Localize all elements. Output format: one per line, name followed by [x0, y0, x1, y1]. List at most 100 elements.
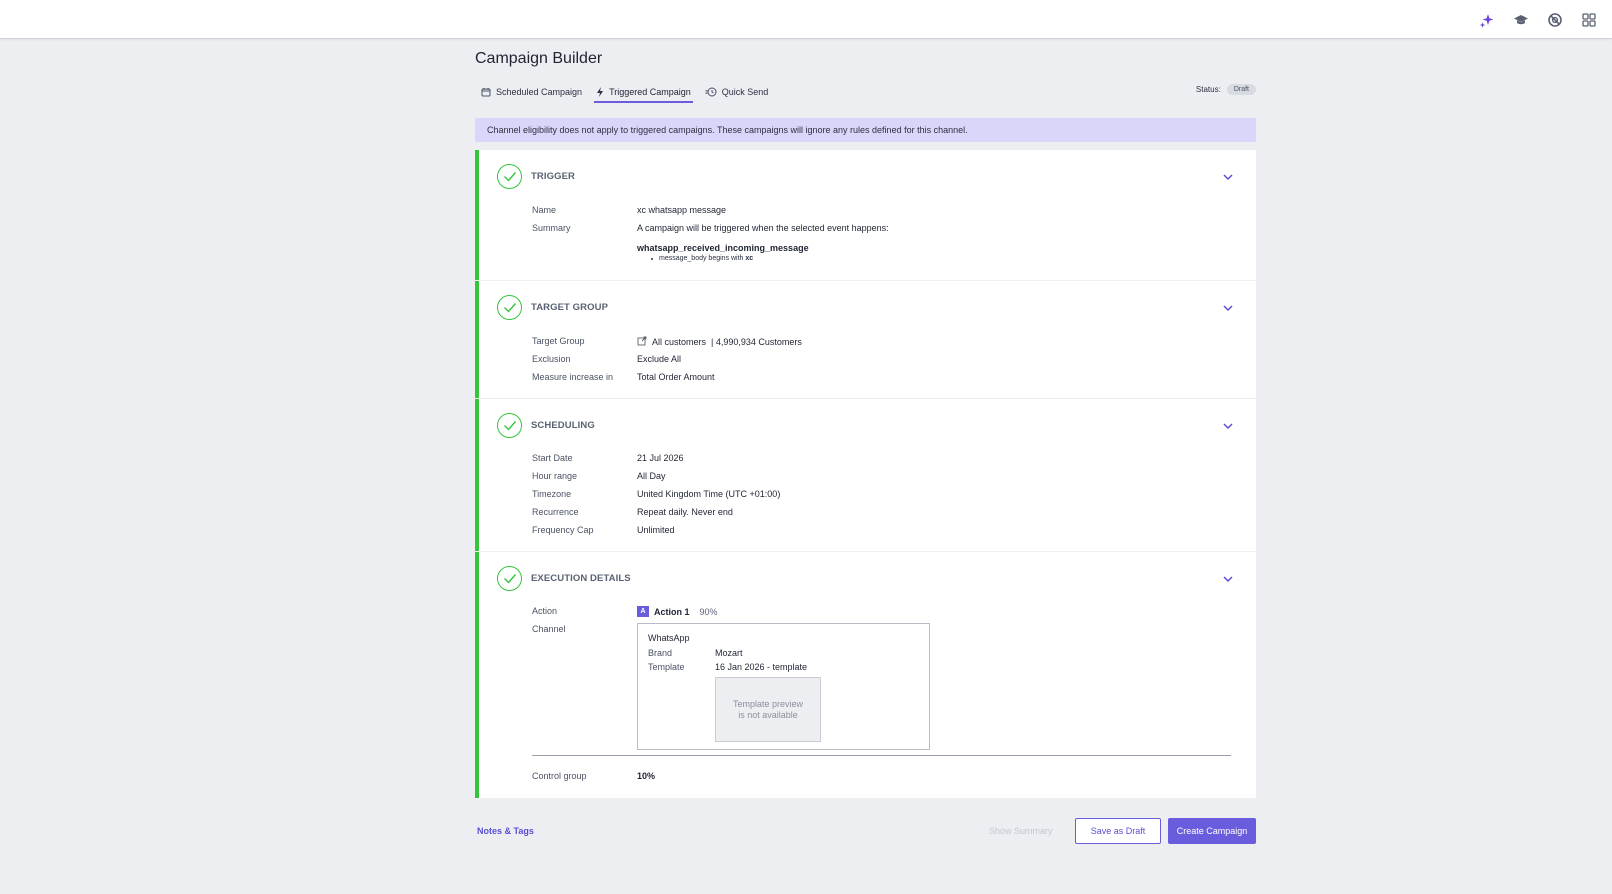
- status-badge: Draft: [1226, 84, 1256, 95]
- scheduling-header[interactable]: SCHEDULING: [497, 412, 595, 438]
- template-value: 16 Jan 2026 - template: [715, 662, 808, 672]
- field-label: Name: [532, 205, 557, 215]
- chevron-down-icon[interactable]: [1222, 301, 1234, 313]
- action-name: Action 1: [654, 606, 690, 617]
- status-label: Status:: [1195, 85, 1221, 94]
- bullet: [651, 257, 653, 260]
- execution-details-section: EXECUTION DETAILS Action A Action 1 90% …: [475, 552, 1256, 798]
- hour-range-row: Hour range All Day: [532, 471, 666, 481]
- field-label: Frequency Cap: [532, 525, 594, 535]
- frequency-cap-row: Frequency Cap Unlimited: [532, 525, 675, 535]
- action-percentage: 90%: [699, 606, 718, 617]
- measure-row: Measure increase in Total Order Amount: [532, 372, 715, 382]
- condition-value: xc: [745, 255, 754, 262]
- field-label: Recurrence: [532, 507, 579, 517]
- check-circle-icon: [497, 412, 522, 438]
- trigger-condition: message_body begins with xc: [651, 255, 753, 262]
- campaign-type-tabs: Scheduled Campaign Triggered Campaign Qu…: [479, 83, 771, 103]
- preview-text-line: Template preview: [732, 698, 804, 709]
- target-group-header[interactable]: TARGET GROUP: [497, 294, 608, 320]
- section-title: SCHEDULING: [531, 419, 595, 431]
- hour-range-value: All Day: [637, 471, 666, 481]
- target-group-name: All customers: [652, 337, 707, 347]
- channel-name: WhatsApp: [648, 633, 690, 643]
- info-banner: Channel eligibility does not apply to tr…: [475, 118, 1256, 142]
- template-preview-placeholder: Template preview is not available: [715, 677, 821, 742]
- trigger-header[interactable]: TRIGGER: [497, 163, 575, 189]
- timezone-value: United Kingdom Time (UTC +01:00): [637, 489, 781, 499]
- divider: [532, 755, 1231, 756]
- scheduling-section: SCHEDULING Start Date 21 Jul 2026 Hour r…: [475, 399, 1256, 551]
- channel-row: Channel: [532, 624, 637, 634]
- field-label: Control group: [532, 771, 587, 781]
- top-bar: [0, 0, 1612, 39]
- section-title: EXECUTION DETAILS: [531, 572, 631, 584]
- trigger-summary-value: A campaign will be triggered when the se…: [637, 223, 889, 233]
- timezone-row: Timezone United Kingdom Time (UTC +01:00…: [532, 489, 780, 499]
- trigger-event-name: whatsapp_received_incoming_message: [637, 243, 809, 253]
- target-group-section: TARGET GROUP Target Group All customers …: [475, 281, 1256, 398]
- clock-icon: [705, 87, 717, 97]
- campaign-status: Status: Draft: [1196, 84, 1256, 95]
- trigger-name-value: xc whatsapp message: [637, 205, 727, 215]
- exclusion-row: Exclusion Exclude All: [532, 354, 681, 364]
- target-group-count: | 4,990,934 Customers: [711, 337, 802, 347]
- target-group-row: Target Group All customers | 4,990,934 C…: [532, 336, 802, 348]
- page-title: Campaign Builder: [475, 50, 603, 67]
- field-label: Action: [532, 606, 558, 616]
- check-circle-icon: [497, 565, 522, 591]
- save-draft-button[interactable]: Save as Draft: [1075, 818, 1161, 844]
- tab-quick-send[interactable]: Quick Send: [703, 83, 771, 101]
- action-badge: A: [637, 606, 649, 617]
- template-label: Template: [648, 662, 685, 672]
- show-summary-button[interactable]: Show Summary: [989, 826, 1053, 836]
- exclusion-value: Exclude All: [637, 354, 682, 364]
- tab-label: Scheduled Campaign: [496, 87, 583, 97]
- graduation-cap-icon[interactable]: [1512, 11, 1530, 29]
- field-label: Start Date: [532, 453, 573, 463]
- start-date-row: Start Date 21 Jul 2026: [532, 453, 684, 463]
- field-label: Timezone: [532, 489, 572, 499]
- condition-field: message_body begins with: [659, 255, 746, 262]
- tab-label: Triggered Campaign: [609, 87, 691, 97]
- check-circle-icon: [497, 163, 522, 189]
- apps-grid-icon[interactable]: [1580, 11, 1598, 29]
- chevron-down-icon[interactable]: [1222, 419, 1234, 431]
- trigger-section: TRIGGER Name xc whatsapp message Summary…: [475, 150, 1256, 280]
- sparkle-icon[interactable]: [1478, 11, 1496, 29]
- brand-value: Mozart: [715, 648, 743, 658]
- field-label: Channel: [532, 624, 566, 634]
- tab-triggered-campaign[interactable]: Triggered Campaign: [594, 83, 693, 103]
- control-group-row: Control group 10%: [532, 771, 655, 781]
- frequency-cap-value: Unlimited: [637, 525, 675, 535]
- check-circle-icon: [497, 294, 522, 320]
- section-title: TRIGGER: [531, 170, 575, 182]
- channel-card: WhatsApp Brand Mozart Template 16 Jan 20…: [637, 623, 930, 750]
- help-icon[interactable]: [1546, 11, 1564, 29]
- external-link-icon[interactable]: [637, 336, 647, 348]
- field-label: Summary: [532, 223, 571, 233]
- field-label: Measure increase in: [532, 372, 614, 382]
- preview-text-line: is not available: [738, 709, 798, 720]
- field-label: Exclusion: [532, 354, 571, 364]
- brand-label: Brand: [648, 648, 673, 658]
- chevron-down-icon[interactable]: [1222, 170, 1234, 182]
- section-title: TARGET GROUP: [531, 301, 609, 313]
- action-value: A Action 1 90%: [637, 606, 718, 617]
- tab-label: Quick Send: [721, 87, 769, 97]
- field-label: Hour range: [532, 471, 578, 481]
- recurrence-row: Recurrence Repeat daily. Never end: [532, 507, 733, 517]
- recurrence-value: Repeat daily. Never end: [637, 507, 733, 517]
- start-date-value: 21 Jul 2026: [637, 453, 684, 463]
- field-label: Target Group: [532, 336, 585, 346]
- chevron-down-icon[interactable]: [1222, 572, 1234, 584]
- action-row: Action A Action 1 90%: [532, 606, 718, 617]
- lightning-icon: [596, 87, 604, 97]
- notes-tags-link[interactable]: Notes & Tags: [477, 826, 534, 836]
- measure-value: Total Order Amount: [637, 372, 715, 382]
- execution-header[interactable]: EXECUTION DETAILS: [497, 565, 631, 591]
- control-group-value: 10%: [637, 771, 656, 781]
- target-group-value: All customers | 4,990,934 Customers: [637, 336, 802, 348]
- create-campaign-button[interactable]: Create Campaign: [1168, 818, 1256, 844]
- tab-scheduled-campaign[interactable]: Scheduled Campaign: [479, 83, 584, 101]
